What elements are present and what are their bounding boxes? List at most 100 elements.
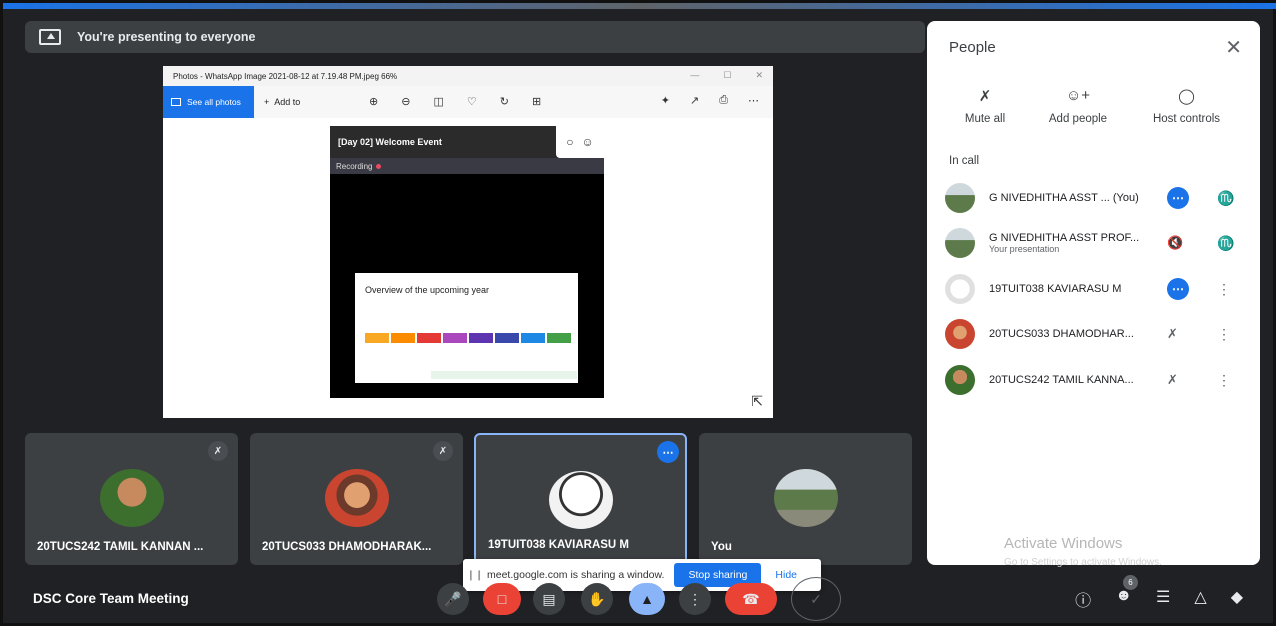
more-icon: ⋯	[748, 95, 759, 107]
avatar	[945, 365, 975, 395]
more-options-icon[interactable]: ⋯	[657, 441, 679, 463]
more-options-button[interactable]: ⋮	[679, 583, 711, 615]
activities-icon[interactable]: △	[1194, 587, 1206, 611]
expand-icon: ⇱	[751, 393, 763, 409]
hand-icon: ✋	[588, 590, 606, 607]
kebab-menu-icon[interactable]: ⋮	[1217, 326, 1231, 343]
pin-icon[interactable]: ♏	[1217, 190, 1234, 207]
activate-windows-watermark: Activate Windows	[1004, 535, 1123, 552]
recording-dot	[376, 163, 382, 169]
mute-all-button[interactable]: ✗ Mute all	[927, 87, 1043, 125]
pin-off-icon[interactable]: ♏	[1217, 235, 1234, 252]
meet-window: You're presenting to everyone Photos - W…	[0, 0, 1276, 626]
presenting-text: You're presenting to everyone	[77, 30, 256, 44]
people-list-item[interactable]: 20TUCS033 DHAMODHAR... ✗ ⋮	[945, 317, 1245, 351]
mic-off-icon: ✗	[433, 441, 453, 461]
maximize-icon: ☐	[723, 70, 732, 80]
rotate-icon: ↻	[499, 96, 509, 108]
add-people-button[interactable]: ☺+ Add people	[1043, 87, 1113, 125]
people-list-item[interactable]: G NIVEDHITHA ASST ... (You) ⋯ ♏	[945, 181, 1245, 215]
minimize-icon: —	[690, 70, 700, 80]
info-icon[interactable]: ⓘ	[1075, 587, 1091, 611]
zoom-in-icon: ⊕	[369, 96, 379, 108]
more-options-icon[interactable]: ⋯	[1167, 187, 1189, 209]
participant-name: 19TUIT038 KAVIARASU M	[488, 539, 630, 551]
event-header: [Day 02] Welcome Event ○ ☺	[330, 126, 604, 158]
more-options-icon[interactable]: ⋯	[1167, 278, 1189, 300]
person-name: G NIVEDHITHA ASST ... (You)	[989, 192, 1139, 204]
print-icon: ⎙	[719, 94, 728, 106]
chat-icon[interactable]: ☰	[1156, 587, 1170, 611]
panel-title: People	[949, 39, 996, 56]
hang-up-icon: ☎	[742, 590, 760, 607]
see-all-label: See all photos	[187, 97, 241, 107]
person-name: 19TUIT038 KAVIARASU M	[989, 283, 1122, 295]
captions-button[interactable]: ▤	[533, 583, 565, 615]
participant-tile-active[interactable]: ⋯ 19TUIT038 KAVIARASU M	[474, 433, 687, 565]
microphone-button[interactable]: 🎤	[437, 583, 469, 615]
add-to-button: + Add to	[264, 97, 301, 107]
people-list-item[interactable]: G NIVEDHITHA ASST PROF... Your presentat…	[945, 226, 1245, 260]
raise-hand-button[interactable]: ✋	[581, 583, 613, 615]
participant-name: You	[711, 541, 732, 553]
participant-tile[interactable]: ✗ 20TUCS033 DHAMODHARAK...	[250, 433, 463, 565]
leave-call-button[interactable]: ☎	[725, 583, 777, 615]
person-name: G NIVEDHITHA ASST PROF...	[989, 232, 1140, 244]
people-list-item[interactable]: 19TUIT038 KAVIARASU M ⋯ ⋮	[945, 272, 1245, 306]
avatar	[945, 183, 975, 213]
slide-preview: Overview of the upcoming year	[355, 273, 578, 383]
add-to-label: Add to	[274, 97, 301, 107]
activate-windows-subtext: Go to Settings to activate Windows.	[1004, 557, 1162, 568]
slide-title: Overview of the upcoming year	[365, 285, 490, 295]
avatar	[773, 469, 838, 527]
shared-window: Photos - WhatsApp Image 2021-08-12 at 7.…	[163, 66, 773, 418]
zoom-out-icon: ⊖	[401, 96, 411, 108]
avatar	[548, 471, 613, 529]
shared-photo: [Day 02] Welcome Event ○ ☺ Recording Ove…	[330, 126, 604, 398]
edit-icon: ✦	[660, 95, 670, 107]
status-button[interactable]: ✓	[791, 577, 841, 621]
avatar	[324, 469, 389, 527]
volume-off-icon: 🔇	[1167, 235, 1184, 250]
slide-footer-bar	[431, 371, 577, 379]
participant-tile-self[interactable]: You	[699, 433, 912, 565]
kebab-menu-icon[interactable]: ⋮	[1217, 372, 1231, 389]
avatar	[945, 228, 975, 258]
host-controls-button[interactable]: ◯ Host controls	[1113, 87, 1260, 125]
people-list-item[interactable]: 20TUCS242 TAMIL KANNA... ✗ ⋮	[945, 363, 1245, 397]
mic-off-icon: ✗	[208, 441, 228, 461]
add-person-icon: ☺+	[1065, 87, 1091, 104]
crop-icon: ⊞	[531, 96, 542, 108]
add-people-label: Add people	[1048, 113, 1108, 125]
check-icon: ✓	[810, 590, 822, 607]
present-button[interactable]: ▲	[629, 583, 665, 615]
person-subtitle: Your presentation	[989, 244, 1060, 254]
camera-off-icon: □	[497, 591, 507, 607]
slide-timeline	[365, 333, 571, 343]
person-name: 20TUCS033 DHAMODHAR...	[989, 328, 1134, 340]
close-window-icon: ✕	[755, 70, 763, 80]
participant-count-badge: 6	[1123, 575, 1139, 590]
event-title: [Day 02] Welcome Event	[338, 137, 442, 147]
present-icon: ▲	[640, 591, 654, 607]
host-controls-icon[interactable]: ◆	[1231, 587, 1243, 611]
people-button[interactable]: ☻ 6	[1115, 575, 1139, 611]
delete-icon: ◫	[433, 96, 444, 108]
image-icon	[171, 98, 181, 106]
share-icon: ↗	[689, 95, 700, 107]
camera-button[interactable]: □	[483, 583, 521, 615]
recording-indicator: Recording	[330, 158, 604, 174]
present-screen-icon	[39, 29, 61, 45]
hide-button[interactable]: Hide	[775, 569, 797, 581]
person-icon: ☺	[581, 135, 594, 149]
presenting-banner: You're presenting to everyone	[25, 21, 925, 53]
kebab-menu-icon[interactable]: ⋮	[1217, 281, 1231, 298]
captions-icon: ▤	[542, 590, 556, 607]
sharing-text: meet.google.com is sharing a window.	[487, 569, 665, 581]
panel-actions: ✗ Mute all ☺+ Add people ◯ Host controls	[927, 87, 1260, 125]
drag-handle-icon[interactable]: ❙❙	[463, 570, 487, 581]
close-icon[interactable]: ✕	[1225, 35, 1242, 60]
participant-tile[interactable]: ✗ 20TUCS242 TAMIL KANNAN ...	[25, 433, 238, 565]
mic-off-icon: ✗	[1167, 326, 1178, 341]
in-call-heading: In call	[949, 155, 980, 167]
